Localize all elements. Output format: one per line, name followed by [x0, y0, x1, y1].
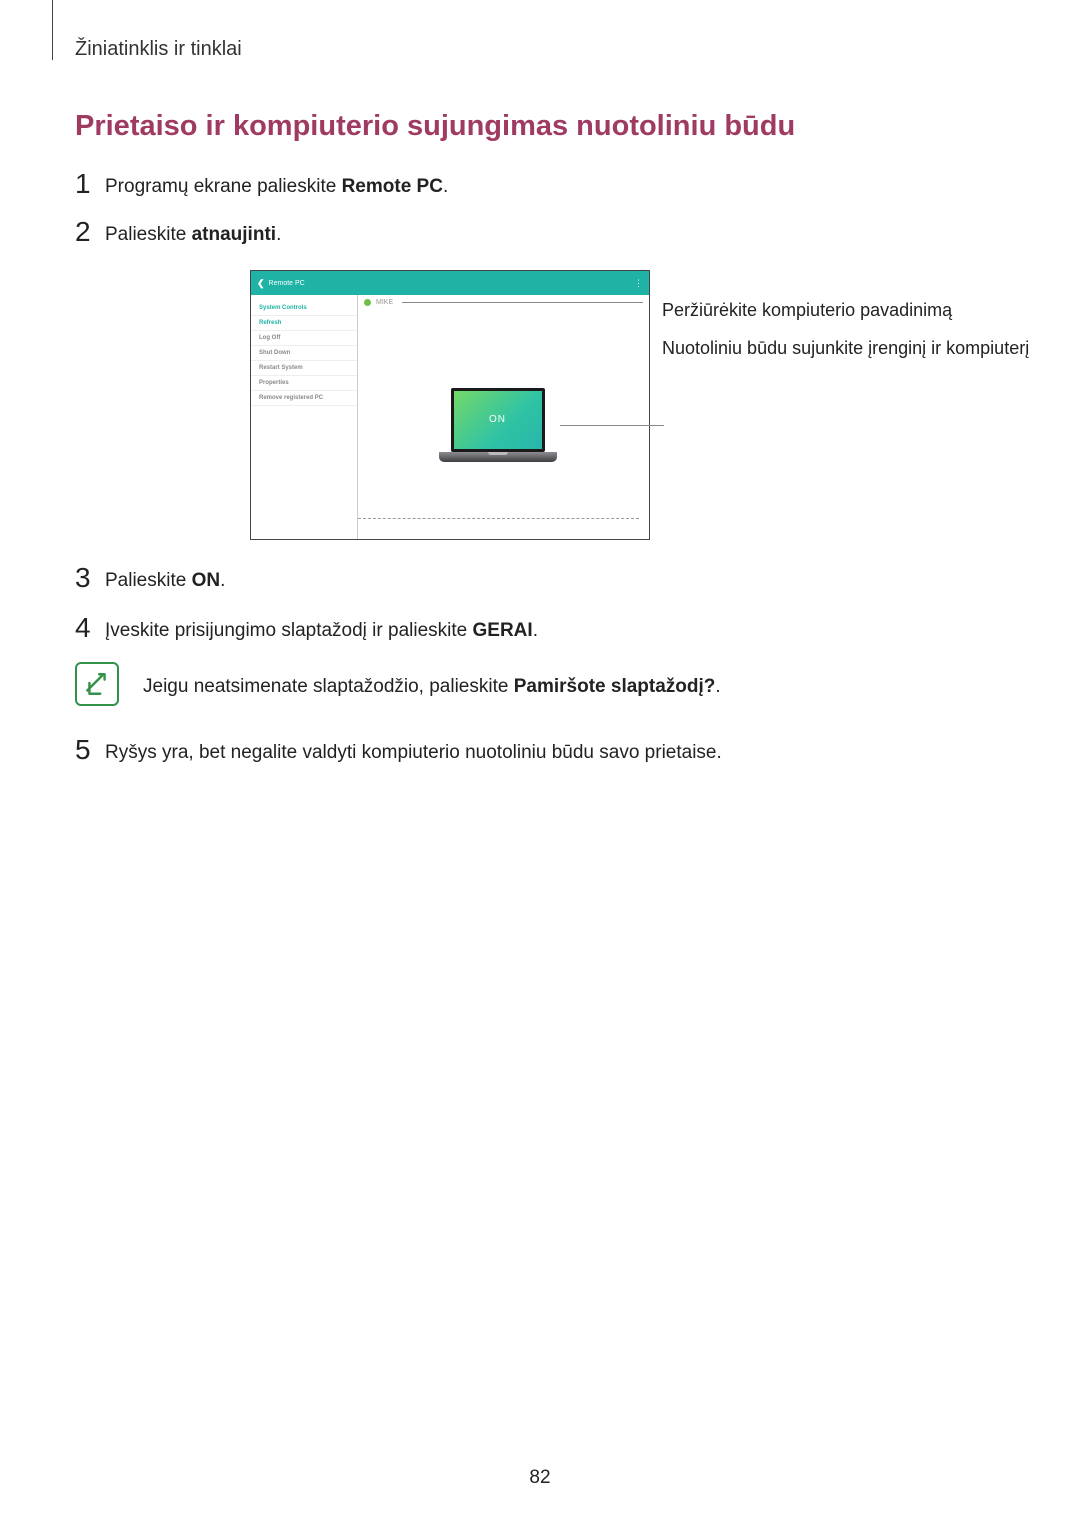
device-header-title: Remote PC	[269, 280, 305, 287]
step-5-text: Ryšys yra, bet negalite valdyti kompiute…	[105, 736, 722, 765]
step-4: 4 Įveskite prisijungimo slaptažodį ir pa…	[75, 614, 538, 643]
step-2-text: Palieskite atnaujinti.	[105, 218, 281, 247]
step-3-text: Palieskite ON.	[105, 564, 225, 593]
step-5-number: 5	[75, 736, 105, 764]
pc-row: MIKE	[358, 295, 649, 310]
laptop-base	[439, 452, 557, 462]
step-1-pre: Programų ekrane palieskite	[105, 176, 342, 197]
step-3-pre: Palieskite	[105, 570, 192, 591]
callout-line-name	[402, 302, 643, 303]
step-3-number: 3	[75, 564, 105, 592]
status-dot-icon	[364, 299, 371, 306]
callout-pc-name: Peržiūrėkite kompiuterio pavadinimą	[662, 298, 1029, 322]
back-icon: ❮	[257, 278, 265, 289]
step-1-post: .	[443, 176, 448, 197]
step-4-text: Įveskite prisijungimo slaptažodį ir pali…	[105, 614, 538, 643]
step-3-bold: ON	[192, 570, 221, 591]
margin-rule	[52, 0, 53, 60]
laptop-hinge	[488, 452, 508, 455]
divider-dashed	[358, 518, 639, 519]
sidebar-item-properties: Properties	[251, 376, 357, 391]
sidebar-item-refresh: Refresh	[251, 316, 357, 331]
pc-name-label: MIKE	[376, 299, 393, 306]
sidebar-item-system-controls: System Controls	[251, 301, 357, 316]
device-main-pane: MIKE ON	[358, 295, 649, 539]
sidebar-item-shutdown: Shut Down	[251, 346, 357, 361]
step-1: 1 Programų ekrane palieskite Remote PC.	[75, 170, 448, 199]
on-badge: ON	[489, 414, 506, 425]
laptop-illustration: ON	[451, 388, 557, 462]
step-3-post: .	[220, 570, 225, 591]
note-post: .	[715, 676, 720, 697]
step-2-number: 2	[75, 218, 105, 246]
section-title: Prietaiso ir kompiuterio sujungimas nuot…	[75, 110, 795, 143]
device-frame: ❮ Remote PC ⋮ System Controls Refresh Lo…	[250, 270, 650, 540]
figure: ❮ Remote PC ⋮ System Controls Refresh Lo…	[250, 270, 1029, 540]
breadcrumb: Žiniatinklis ir tinklai	[75, 38, 242, 61]
sidebar-item-restart: Restart System	[251, 361, 357, 376]
note-bold: Pamiršote slaptažodį?	[514, 676, 716, 697]
step-4-pre: Įveskite prisijungimo slaptažodį ir pali…	[105, 620, 473, 641]
step-1-text: Programų ekrane palieskite Remote PC.	[105, 170, 448, 199]
callout-line-laptop	[560, 425, 664, 426]
callout-remote-connect: Nuotoliniu būdu sujunkite įrenginį ir ko…	[662, 336, 1029, 360]
laptop-screen: ON	[451, 388, 545, 452]
step-2: 2 Palieskite atnaujinti.	[75, 218, 281, 247]
step-5: 5 Ryšys yra, bet negalite valdyti kompiu…	[75, 736, 722, 765]
device-header-left: ❮ Remote PC	[257, 278, 305, 289]
device-titlebar: ❮ Remote PC ⋮	[251, 271, 649, 295]
note-text: Jeigu neatsimenate slaptažodžio, paliesk…	[143, 670, 721, 699]
device-body: System Controls Refresh Log Off Shut Dow…	[251, 295, 649, 539]
page-number: 82	[0, 1467, 1080, 1489]
step-2-post: .	[276, 224, 281, 245]
menu-icon: ⋮	[634, 278, 643, 289]
step-3: 3 Palieskite ON.	[75, 564, 225, 593]
figure-callouts: Peržiūrėkite kompiuterio pavadinimą Nuot…	[662, 270, 1029, 361]
step-2-bold: atnaujinti	[192, 224, 276, 245]
step-4-post: .	[533, 620, 538, 641]
step-1-bold: Remote PC	[342, 176, 443, 197]
step-1-number: 1	[75, 170, 105, 198]
step-4-bold: GERAI	[473, 620, 533, 641]
device-sidebar: System Controls Refresh Log Off Shut Dow…	[251, 295, 358, 539]
note-icon	[75, 662, 119, 706]
step-4-number: 4	[75, 614, 105, 642]
note: Jeigu neatsimenate slaptažodžio, paliesk…	[75, 662, 721, 706]
sidebar-item-remove-pc: Remove registered PC	[251, 391, 357, 406]
sidebar-item-logoff: Log Off	[251, 331, 357, 346]
step-2-pre: Palieskite	[105, 224, 192, 245]
laptop-zone: ON	[358, 310, 649, 539]
pc-name: MIKE	[376, 299, 393, 306]
note-pre: Jeigu neatsimenate slaptažodžio, paliesk…	[143, 676, 514, 697]
